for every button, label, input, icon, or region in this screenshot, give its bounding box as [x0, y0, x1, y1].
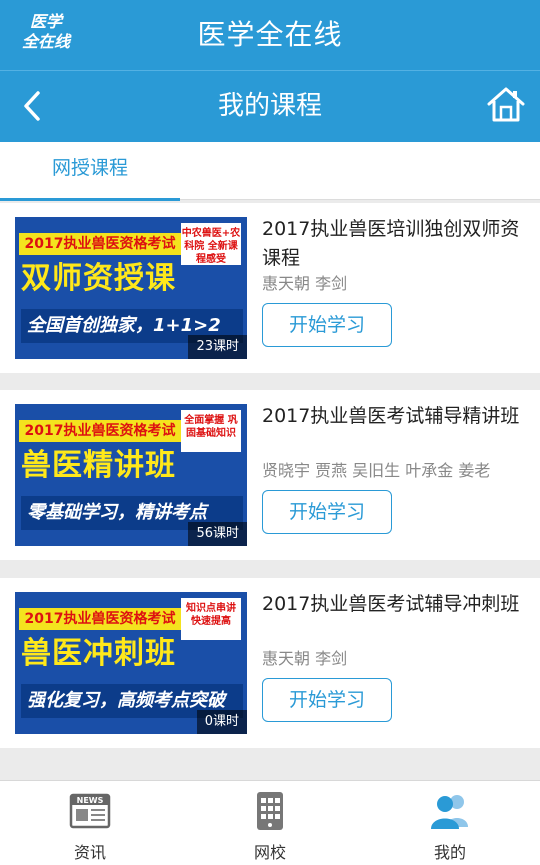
course-card[interactable]: 2017执业兽医资格考试 知识点串讲 快速提高 兽医冲刺班 强化复习，高频考点突… — [0, 578, 540, 748]
app-title: 医学全在线 — [197, 18, 343, 51]
course-hours: 56课时 — [188, 522, 247, 546]
thumb-main-text: 兽医冲刺班 — [21, 636, 176, 671]
bottom-nav-news-label: 资讯 — [73, 843, 106, 862]
users-icon — [431, 795, 468, 829]
course-hours: 23课时 — [188, 335, 247, 359]
thumb-main-text: 兽医精讲班 — [21, 448, 176, 483]
course-thumbnail[interactable]: 2017执业兽医资格考试 知识点串讲 快速提高 兽医冲刺班 强化复习，高频考点突… — [15, 592, 247, 734]
home-button[interactable] — [484, 83, 528, 127]
bottom-nav-school[interactable]: 网校 — [180, 781, 360, 865]
course-card[interactable]: 2017执业兽医资格考试 中农兽医+农科院 全新课程感受 双师资授课 全国首创独… — [0, 203, 540, 373]
bottom-nav-school-label: 网校 — [253, 843, 286, 862]
bottom-nav: NEWS 资讯 网校 我的 — [0, 780, 540, 865]
tab-bar: 网授课程 — [0, 142, 540, 201]
news-icon: NEWS — [69, 793, 111, 829]
nav-bar: 我的课程 — [0, 70, 540, 142]
app-header: 医学 全在线 医学全在线 — [0, 0, 540, 70]
tab-online-courses[interactable]: 网授课程 — [0, 142, 180, 201]
course-hours: 0课时 — [196, 710, 247, 734]
thumb-top-text: 2017执业兽医资格考试 — [19, 420, 181, 442]
home-icon — [487, 87, 525, 122]
course-teachers: 惠天朝 李剑 — [262, 649, 348, 668]
thumb-top-text: 2017执业兽医资格考试 — [19, 608, 181, 630]
course-teachers: 贤晓宇 贾燕 吴旧生 叶承金 姜老 — [262, 461, 491, 480]
page-title: 我的课程 — [217, 91, 322, 121]
course-title[interactable]: 2017执业兽医考试辅导冲刺班 — [262, 590, 532, 619]
thumb-badge: 全面掌握 巩固基础知识 — [181, 410, 241, 452]
course-title[interactable]: 2017执业兽医考试辅导精讲班 — [262, 402, 532, 431]
thumb-top-text: 2017执业兽医资格考试 — [19, 233, 181, 255]
tab-online-courses-label: 网授课程 — [51, 157, 128, 179]
thumb-main-text: 双师资授课 — [21, 261, 176, 296]
course-thumbnail[interactable]: 2017执业兽医资格考试 中农兽医+农科院 全新课程感受 双师资授课 全国首创独… — [15, 217, 247, 359]
course-title[interactable]: 2017执业兽医培训独创双师资课程 — [262, 215, 532, 273]
school-grid-icon — [257, 792, 283, 830]
start-learning-button[interactable]: 开始学习 — [262, 490, 392, 534]
thumb-badge: 中农兽医+农科院 全新课程感受 — [181, 223, 241, 265]
svg-text:NEWS: NEWS — [77, 796, 104, 805]
start-learning-button[interactable]: 开始学习 — [262, 303, 392, 347]
thumb-badge: 知识点串讲 快速提高 — [181, 598, 241, 640]
course-card[interactable]: 2017执业兽医资格考试 全面掌握 巩固基础知识 兽医精讲班 零基础学习，精讲考… — [0, 390, 540, 560]
bottom-nav-news[interactable]: NEWS 资讯 — [0, 781, 180, 865]
course-thumbnail[interactable]: 2017执业兽医资格考试 全面掌握 巩固基础知识 兽医精讲班 零基础学习，精讲考… — [15, 404, 247, 546]
bottom-nav-mine[interactable]: 我的 — [360, 781, 540, 865]
start-learning-button[interactable]: 开始学习 — [262, 678, 392, 722]
bottom-nav-mine-label: 我的 — [433, 843, 466, 862]
tab-active-indicator — [0, 198, 180, 201]
course-teachers: 惠天朝 李剑 — [262, 274, 348, 293]
